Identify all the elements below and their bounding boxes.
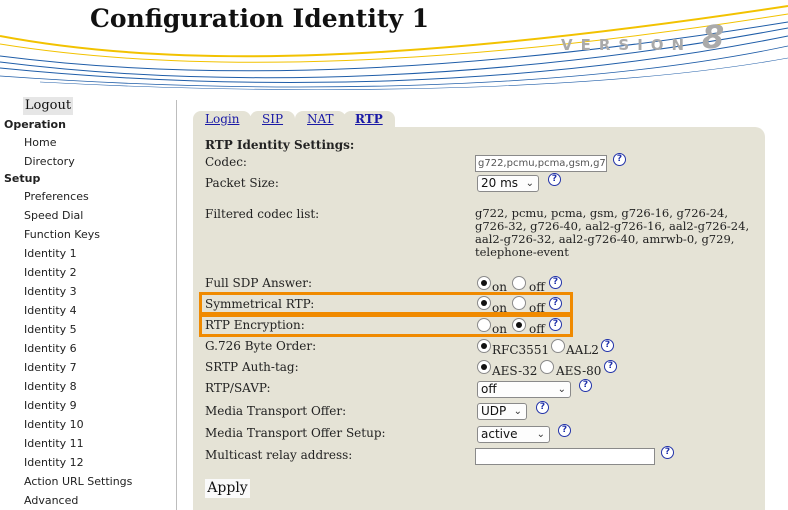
sidebar-item-preferences[interactable]: Preferences (24, 190, 89, 203)
packet-size-value: 20 ms (481, 176, 519, 190)
media-transport-offer-help-icon[interactable]: ? (536, 401, 549, 414)
multicast-relay-help-icon[interactable]: ? (661, 446, 674, 459)
sidebar-item-identity-3[interactable]: Identity 3 (24, 285, 77, 298)
logout-button[interactable]: Logout (23, 97, 73, 115)
packet-size-help-icon[interactable]: ? (548, 173, 561, 186)
rtp-encryption-on-label: on (492, 322, 507, 336)
codec-help-icon[interactable]: ? (613, 153, 626, 166)
section-title: RTP Identity Settings: (205, 138, 355, 152)
media-transport-offer-setup-label: Media Transport Offer Setup: (205, 426, 386, 440)
media-transport-offer-setup-help-icon[interactable]: ? (558, 424, 571, 437)
srtp-aes32-label: AES-32 (492, 364, 538, 378)
sidebar-item-home[interactable]: Home (24, 136, 56, 149)
packet-size-label: Packet Size: (205, 176, 279, 190)
page-header: Configuration Identity 1 VERSION 8 (0, 0, 788, 95)
g726-aal2-radio[interactable] (551, 339, 565, 353)
filtered-codec-list: g722, pcmu, pcma, gsm, g726-16, g726-24,… (475, 206, 750, 259)
g726-aal2-label: AAL2 (566, 343, 599, 357)
g726-rfc3551-label: RFC3551 (492, 343, 550, 357)
sidebar-item-directory[interactable]: Directory (24, 155, 75, 168)
rtp-savp-value: off (481, 382, 497, 396)
sidebar-item-identity-6[interactable]: Identity 6 (24, 342, 77, 355)
filtered-codec-label: Filtered codec list: (205, 207, 320, 221)
media-transport-offer-value: UDP (481, 404, 507, 418)
sidebar-divider (176, 100, 177, 510)
rtp-savp-select[interactable]: off ⌄ (477, 381, 571, 398)
srtp-aes32-radio[interactable] (477, 360, 491, 374)
codec-input[interactable]: g722,pcmu,pcma,gsm,g72 (475, 155, 607, 172)
media-transport-offer-label: Media Transport Offer: (205, 404, 347, 418)
codec-label: Codec: (205, 155, 247, 169)
full-sdp-help-icon[interactable]: ? (549, 276, 562, 289)
symmetrical-rtp-off-radio[interactable] (512, 296, 526, 310)
srtp-auth-tag-help-icon[interactable]: ? (604, 360, 617, 373)
sidebar-item-identity-9[interactable]: Identity 9 (24, 399, 77, 412)
sidebar-item-identity-5[interactable]: Identity 5 (24, 323, 77, 336)
tab-sip[interactable]: SIP (250, 111, 296, 128)
symmetrical-rtp-on-radio[interactable] (477, 296, 491, 310)
chevron-down-icon: ⌄ (525, 178, 534, 189)
tab-rtp[interactable]: RTP (343, 111, 395, 128)
sidebar-item-identity-11[interactable]: Identity 11 (24, 437, 84, 450)
full-sdp-on-radio[interactable] (477, 276, 491, 290)
page-title: Configuration Identity 1 (90, 4, 430, 33)
multicast-relay-label: Multicast relay address: (205, 448, 353, 462)
symmetrical-rtp-off-label: off (529, 301, 545, 315)
srtp-aes80-radio[interactable] (540, 360, 554, 374)
sidebar-item-identity-8[interactable]: Identity 8 (24, 380, 77, 393)
g726-byte-order-label: G.726 Byte Order: (205, 339, 317, 353)
chevron-down-icon: ⌄ (557, 384, 566, 395)
sidebar-item-identity-7[interactable]: Identity 7 (24, 361, 77, 374)
rtp-encryption-off-label: off (529, 322, 545, 336)
multicast-relay-input[interactable] (475, 448, 655, 465)
tab-login[interactable]: Login (193, 111, 252, 128)
media-transport-offer-select[interactable]: UDP ⌄ (477, 403, 527, 420)
rtp-encryption-off-radio[interactable] (512, 318, 526, 332)
sidebar-item-action-url-settings[interactable]: Action URL Settings (24, 475, 132, 488)
tab-nat[interactable]: NAT (295, 111, 346, 128)
media-transport-offer-setup-value: active (481, 427, 518, 441)
g726-byte-order-help-icon[interactable]: ? (601, 339, 614, 352)
media-transport-offer-setup-select[interactable]: active ⌄ (477, 426, 550, 443)
sidebar-item-identity-4[interactable]: Identity 4 (24, 304, 77, 317)
rtp-savp-help-icon[interactable]: ? (579, 379, 592, 392)
rtp-savp-label: RTP/SAVP: (205, 381, 271, 395)
g726-rfc3551-radio[interactable] (477, 339, 491, 353)
rtp-encryption-on-radio[interactable] (477, 318, 491, 332)
sidebar-item-speed-dial[interactable]: Speed Dial (24, 209, 83, 222)
rtp-encryption-help-icon[interactable]: ? (549, 318, 562, 331)
srtp-auth-tag-label: SRTP Auth-tag: (205, 360, 299, 374)
sidebar-item-advanced[interactable]: Advanced (24, 494, 78, 507)
full-sdp-label: Full SDP Answer: (205, 276, 312, 290)
symmetrical-rtp-on-label: on (492, 301, 507, 315)
version-label: VERSION (561, 36, 693, 54)
sidebar-item-identity-12[interactable]: Identity 12 (24, 456, 84, 469)
nav-heading-operation: Operation (4, 118, 66, 131)
apply-button[interactable]: Apply (205, 479, 250, 498)
full-sdp-off-radio[interactable] (512, 276, 526, 290)
version-number: 8 (702, 18, 725, 56)
sidebar-item-identity-2[interactable]: Identity 2 (24, 266, 77, 279)
sidebar-item-identity-1[interactable]: Identity 1 (24, 247, 77, 260)
chevron-down-icon: ⌄ (536, 429, 545, 440)
srtp-aes80-label: AES-80 (556, 364, 602, 378)
sidebar-item-function-keys[interactable]: Function Keys (24, 228, 100, 241)
chevron-down-icon: ⌄ (513, 406, 522, 417)
sidebar-item-identity-10[interactable]: Identity 10 (24, 418, 84, 431)
symmetrical-rtp-label: Symmetrical RTP: (205, 297, 315, 311)
packet-size-select[interactable]: 20 ms ⌄ (477, 175, 539, 192)
symmetrical-rtp-help-icon[interactable]: ? (549, 297, 562, 310)
rtp-encryption-label: RTP Encryption: (205, 318, 305, 332)
sidebar-nav: Logout Operation Home Directory Setup Pr… (0, 96, 176, 510)
nav-heading-setup: Setup (4, 172, 41, 185)
